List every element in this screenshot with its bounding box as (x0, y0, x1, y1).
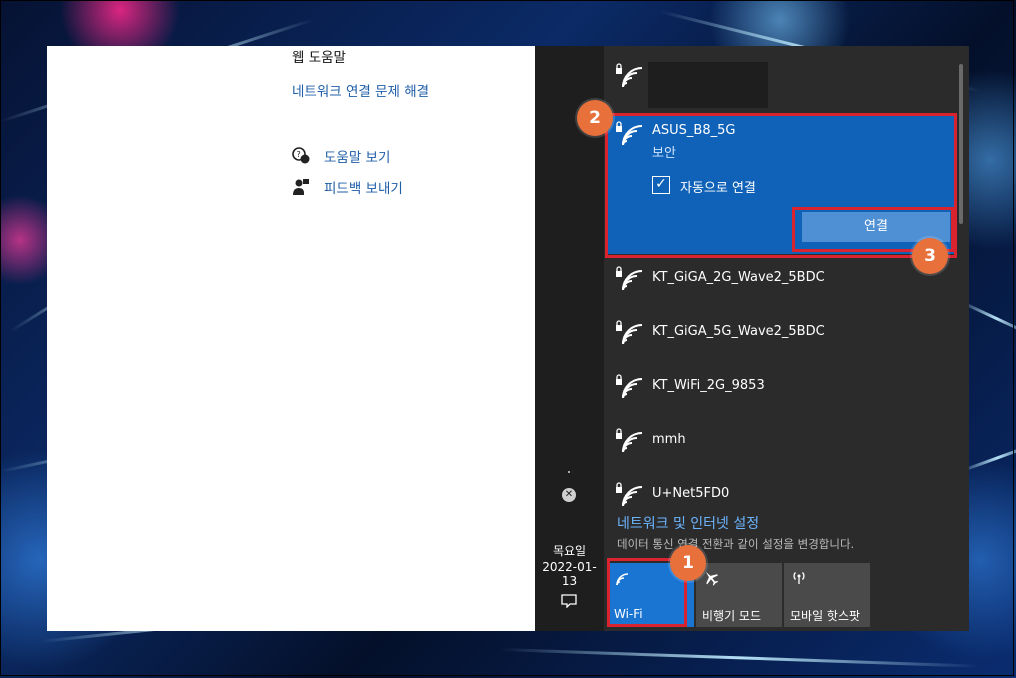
wifi-toggle-label: Wi-Fi (614, 607, 643, 621)
auto-connect-checkbox[interactable]: ✓ (652, 176, 670, 194)
mobile-hotspot-toggle[interactable]: 모바일 핫스팟 (784, 563, 870, 627)
clock-day[interactable]: 목요일 (535, 542, 604, 559)
scrollbar[interactable] (959, 64, 963, 224)
feedback-link[interactable]: 피드백 보내기 (292, 177, 403, 197)
selected-network[interactable]: ASUS_B8_5G 보안 ✓ 자동으로 연결 연결 (608, 114, 956, 254)
troubleshoot-link[interactable]: 네트워크 연결 문제 해결 (292, 80, 429, 100)
network-settings-description: 데이터 통신 연결 전환과 같이 설정을 변경합니다. (617, 537, 855, 551)
help-view-link[interactable]: ? 도움말 보기 (292, 146, 390, 166)
wifi-secured-icon (616, 63, 643, 88)
network-name: mmh (652, 432, 686, 447)
airplane-mode-label: 비행기 모드 (702, 609, 762, 623)
step-badge-3: 3 (912, 238, 948, 274)
network-item[interactable]: KT_GiGA_5G_Wave2_5BDC (604, 307, 956, 361)
selected-network-security: 보안 (652, 146, 676, 161)
airplane-icon (705, 571, 719, 586)
step-badge-1: 1 (670, 545, 706, 581)
feedback-label: 피드백 보내기 (324, 181, 403, 197)
network-settings-link[interactable]: 네트워크 및 인터넷 설정 (617, 513, 759, 533)
mobile-hotspot-label: 모바일 핫스팟 (790, 609, 861, 623)
light-streak (499, 648, 980, 668)
network-name: U+Net5FD0 (652, 486, 730, 501)
hotspot-icon (793, 572, 805, 584)
close-circle-icon[interactable]: ✕ (562, 488, 576, 502)
redacted-network-name (648, 62, 768, 108)
feedback-person-icon (292, 178, 310, 196)
network-name: KT_GiGA_5G_Wave2_5BDC (652, 324, 825, 339)
wifi-secured-icon (616, 428, 643, 453)
network-flyout: ASUS_B8_5G 보안 ✓ 자동으로 연결 연결 KT_GiGA_2G_Wa… (604, 46, 969, 631)
wifi-secured-icon (616, 266, 643, 291)
chat-help-icon: ? (292, 147, 310, 165)
network-name: KT_GiGA_2G_Wave2_5BDC (652, 270, 825, 285)
svg-text:?: ? (297, 150, 301, 159)
network-item[interactable]: KT_WiFi_2G_9853 (604, 361, 956, 415)
auto-connect-label[interactable]: 자동으로 연결 (680, 177, 756, 196)
step-badge-2: 2 (577, 100, 613, 136)
wifi-secured-icon (616, 374, 643, 399)
clock-date[interactable]: 2022-01-13 (535, 560, 604, 588)
selected-network-name: ASUS_B8_5G (652, 123, 736, 138)
help-view-label: 도움말 보기 (324, 150, 391, 166)
wifi-icon (616, 573, 629, 586)
airplane-mode-toggle[interactable]: 비행기 모드 (696, 563, 782, 627)
network-item[interactable]: mmh (604, 415, 956, 469)
wifi-secured-icon (616, 482, 643, 507)
settings-window: 웹 도움말 네트워크 연결 문제 해결 ? 도움말 보기 피드백 보내기 (47, 46, 535, 631)
network-name: KT_WiFi_2G_9853 (652, 378, 765, 393)
notification-icon[interactable] (561, 594, 577, 608)
network-item[interactable]: KT_GiGA_2G_Wave2_5BDC (604, 253, 956, 307)
network-item-hidden[interactable] (604, 50, 956, 112)
web-help-heading: 웹 도움말 (292, 50, 346, 66)
wifi-secured-icon (616, 121, 643, 146)
wifi-secured-icon (616, 320, 643, 345)
taskbar-dot (568, 471, 570, 473)
